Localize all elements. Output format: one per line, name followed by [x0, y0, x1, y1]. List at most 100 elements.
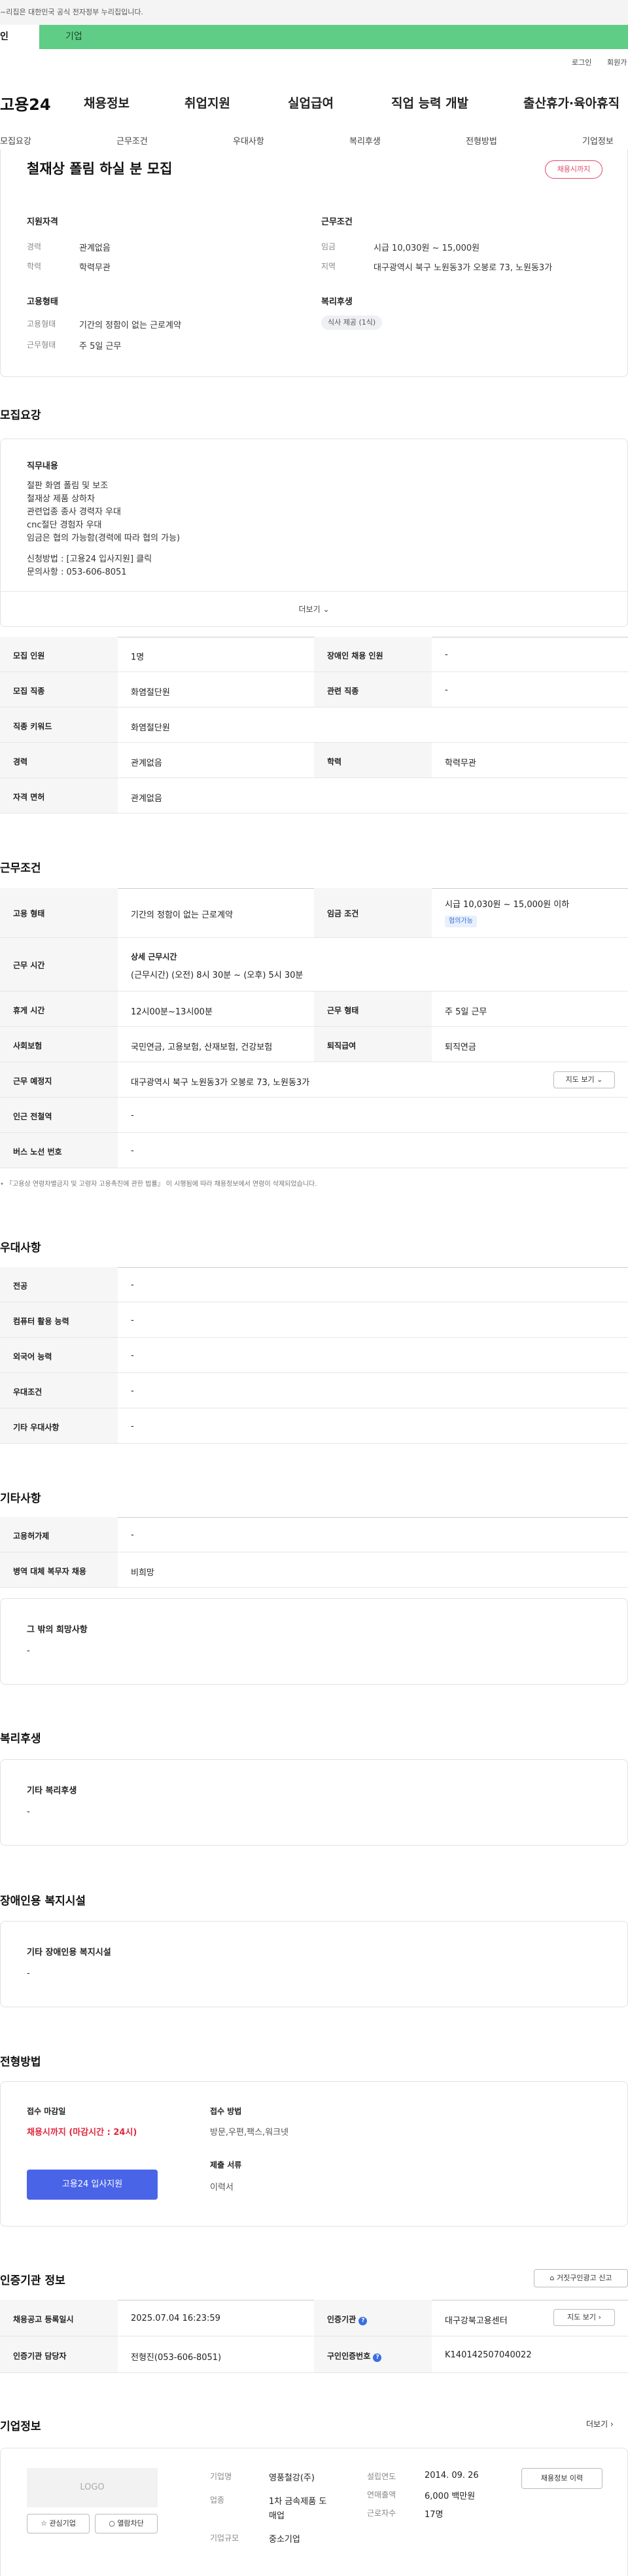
cell-label: 퇴직급여: [314, 1027, 432, 1062]
table-row: 경력 관계없음 학력 학력무관: [0, 743, 628, 778]
circle-icon: ○: [109, 2519, 118, 2528]
favorite-label: 관심기업: [49, 2519, 76, 2528]
tab-personal[interactable]: 인: [0, 25, 39, 49]
cell-label: 관련 직종: [314, 672, 432, 707]
cond-title: 근무조건: [321, 217, 353, 227]
block-label: 열람차단: [117, 2519, 144, 2528]
deadline-value: 채용시까지 (마감시간 : 24시): [27, 2128, 137, 2138]
table-row: 인근 전철역 -: [0, 1098, 628, 1133]
job-desc-spacer: [27, 545, 180, 553]
no-label-text: 구인인증번호: [327, 2352, 371, 2361]
lnb-recruit[interactable]: 모집요강: [0, 134, 31, 147]
industry-value-line1: 1차 금속제품 도: [269, 2497, 327, 2507]
cell-label: 자격 면허: [0, 778, 118, 813]
sales-label: 연매출액: [367, 2490, 396, 2499]
favorite-company-button[interactable]: ☆ 관심기업: [27, 2514, 90, 2533]
table-row: 모집 인원 1명 장애인 채용 인원 -: [0, 637, 628, 672]
gnb-item-training[interactable]: 직업 능력 개발: [391, 94, 468, 111]
cell-value: -: [131, 1351, 134, 1361]
other-wish-card: 그 밖의 희망사항 -: [0, 1598, 628, 1685]
cell-label: 전공: [0, 1267, 118, 1302]
table-row: 근무 시간 상세 근무시간 (근무시간) (오전) 8시 30분 ~ (오후) …: [0, 938, 628, 992]
cond-region-value: 대구광역시 북구 노원동3가 오봉로 73, 노원동3가: [374, 263, 553, 273]
cell-value: 화염절단원: [131, 723, 170, 733]
agency-section-title: 인증기관 정보: [0, 2274, 65, 2287]
false-ad-report-label: 거짓구인광고 신고: [557, 2274, 612, 2282]
tab-company[interactable]: 기업: [65, 25, 82, 49]
lnb-pref[interactable]: 우대사항: [233, 134, 264, 147]
cell-label: 외국어 능력: [0, 1338, 118, 1372]
emp-title: 고용형태: [27, 297, 58, 307]
method-label: 접수 방법: [210, 2107, 242, 2116]
cell-value: 1명: [131, 653, 145, 662]
page-root: ~리집은 대한민국 공식 전자정부 누리집입니다. 인 기업 로그인 회원가 고…: [0, 0, 628, 2576]
gnb-item-leave[interactable]: 출산휴가·육아휴직: [523, 94, 619, 111]
table-row: 외국어 능력 -: [0, 1338, 628, 1373]
cell-value: -: [131, 1315, 134, 1325]
lnb-selection[interactable]: 전형방법: [466, 134, 497, 147]
cell-value: 화염절단원: [131, 688, 170, 698]
agency-map-button[interactable]: 지도 보기 ›: [553, 2309, 615, 2326]
cell-label: 근무 시간: [0, 938, 118, 991]
founded-label: 설립연도: [367, 2472, 396, 2481]
deadline-badge: 채용시까지: [545, 160, 602, 179]
lnb-welfare[interactable]: 복리후생: [349, 134, 381, 147]
cond-wage-value: 시급 10,030원 ~ 15,000원: [374, 243, 480, 253]
table-row: 채용공고 등록일시 2025.07.04 16:23:59 인증기관 ? 대구강…: [0, 2300, 628, 2336]
gnb-item-jobs[interactable]: 채용정보: [84, 94, 130, 111]
cell-value: -: [131, 1280, 134, 1290]
cell-value: 대구강북고용센터: [445, 2316, 508, 2326]
emp-type-label: 고용형태: [27, 319, 56, 329]
job-title: 철재상 폴림 하실 분 모집: [27, 161, 173, 177]
cell-label: 인증기관 담당자: [0, 2336, 118, 2372]
cell-value: -: [131, 1530, 134, 1540]
cell-label: 병역 대체 복무자 채용: [0, 1552, 118, 1587]
agency-map-label: 지도 보기: [567, 2313, 597, 2321]
gnb-item-benefit[interactable]: 실업급여: [288, 94, 334, 111]
emp-form-value: 주 5일 근무: [79, 342, 122, 351]
company-more-link[interactable]: 더보기 ›: [586, 2418, 614, 2429]
cell-label: 근무 형태: [314, 992, 432, 1026]
recruit-history-button[interactable]: 채용정보 이력: [521, 2468, 602, 2489]
join-link[interactable]: 회원가: [607, 57, 627, 67]
info-icon[interactable]: ?: [373, 2353, 382, 2362]
cell-value: 주 5일 근무: [445, 1007, 487, 1017]
site-logo[interactable]: 고용24: [0, 92, 51, 115]
job-desc-line: 절판 화염 폴림 및 보조: [27, 481, 109, 491]
founded-value: 2014. 09. 26: [425, 2471, 479, 2480]
cell-label: 모집 직종: [0, 672, 118, 707]
cell-value: 비희망: [131, 1568, 154, 1578]
chevron-right-icon: ›: [598, 2313, 601, 2321]
wage-negotiable-tag: 협의가능: [445, 916, 477, 927]
chevron-down-icon: ⌄: [323, 605, 330, 614]
cond-region-label: 지역: [321, 262, 336, 271]
block-company-button[interactable]: ○ 열람차단: [95, 2514, 158, 2533]
star-icon: ☆: [41, 2519, 50, 2528]
map-button[interactable]: 지도 보기 ⌄: [553, 1071, 615, 1088]
cell-label: 인근 전철역: [0, 1098, 118, 1132]
wage-value: 시급 10,030원 ~ 15,000원 이하: [445, 900, 570, 910]
map-button-label: 지도 보기: [565, 1075, 595, 1084]
cell-label: 구인인증번호 ?: [314, 2336, 432, 2372]
work-section-title: 근무조건: [0, 862, 41, 875]
welfare-card-value: -: [27, 1807, 30, 1817]
table-row: 버스 노선 번호 -: [0, 1133, 628, 1168]
cell-label: 고용 형태: [0, 888, 118, 937]
info-icon[interactable]: ?: [358, 2317, 368, 2325]
cell-value: -: [131, 1386, 134, 1396]
job-desc-card: 직무내용 절판 화염 폴림 및 보조 철재상 제품 상하차 관련업종 종사 경력…: [0, 438, 628, 627]
lnb-work[interactable]: 근무조건: [116, 134, 148, 147]
cell-value: 관계없음: [131, 794, 162, 804]
job-desc-line: cnc절단 경험자 우대: [27, 520, 102, 530]
company-more-label: 더보기: [586, 2420, 608, 2429]
gnb-item-support[interactable]: 취업지원: [184, 94, 230, 111]
table-row: 전공 -: [0, 1267, 628, 1302]
login-link[interactable]: 로그인: [572, 57, 591, 67]
more-button[interactable]: 더보기 ⌄: [1, 592, 627, 627]
apply-button[interactable]: 고용24 입사지원: [27, 2170, 158, 2200]
qual-career-label: 경력: [27, 242, 42, 251]
other-wish-title: 그 밖의 희망사항: [27, 1625, 88, 1635]
false-ad-report-button[interactable]: ⌂ 거짓구인광고 신고: [534, 2269, 628, 2287]
lnb-company[interactable]: 기업정보: [582, 134, 614, 147]
sales-value: 6,000 백만원: [425, 2492, 476, 2501]
